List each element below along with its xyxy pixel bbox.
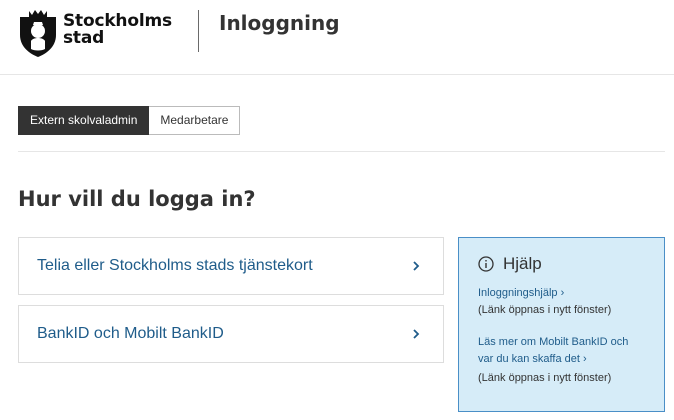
chevron-right-icon [413,261,420,271]
header-divider [198,10,199,52]
help-title: Hjälp [478,254,542,274]
stockholm-crest-icon[interactable] [18,9,58,58]
login-option-bankid[interactable]: BankID och Mobilt BankID [18,305,444,363]
chevron-right-icon [413,329,420,339]
login-option-label: BankID och Mobilt BankID [37,325,224,342]
login-option-telia[interactable]: Telia eller Stockholms stads tjänstekort [18,237,444,295]
bankid-info-link-line-1: Läs mer om Mobilt BankID och [478,336,629,348]
login-option-label: Telia eller Stockholms stads tjänstekort [37,257,313,274]
section-divider [18,151,665,152]
brand-line-2: stad [63,28,105,48]
brand-name[interactable]: Stockholms stad [63,13,172,47]
login-help-link[interactable]: Inloggningshjälp › [478,285,658,302]
tab-extern-skolvaladmin[interactable]: Extern skolvaladmin [18,106,150,135]
bankid-info-link-line-2: var du kan skaffa det › [478,353,587,365]
login-type-tabs: Extern skolvaladmin Medarbetare [18,106,241,135]
page-title: Inloggning [219,11,340,35]
login-heading: Hur vill du logga in? [18,187,256,211]
bankid-info-link[interactable]: Läs mer om Mobilt BankID och var du kan … [478,334,658,368]
new-window-note: (Länk öppnas i nytt fönster) [478,372,612,384]
info-circle-icon [478,256,494,272]
help-panel: Hjälp Inloggningshjälp › (Länk öppnas i … [458,237,665,412]
new-window-note: (Länk öppnas i nytt fönster) [478,304,612,316]
tab-medarbetare[interactable]: Medarbetare [149,106,241,135]
site-header: Stockholms stad Inloggning [0,0,674,75]
help-title-text: Hjälp [503,254,542,273]
